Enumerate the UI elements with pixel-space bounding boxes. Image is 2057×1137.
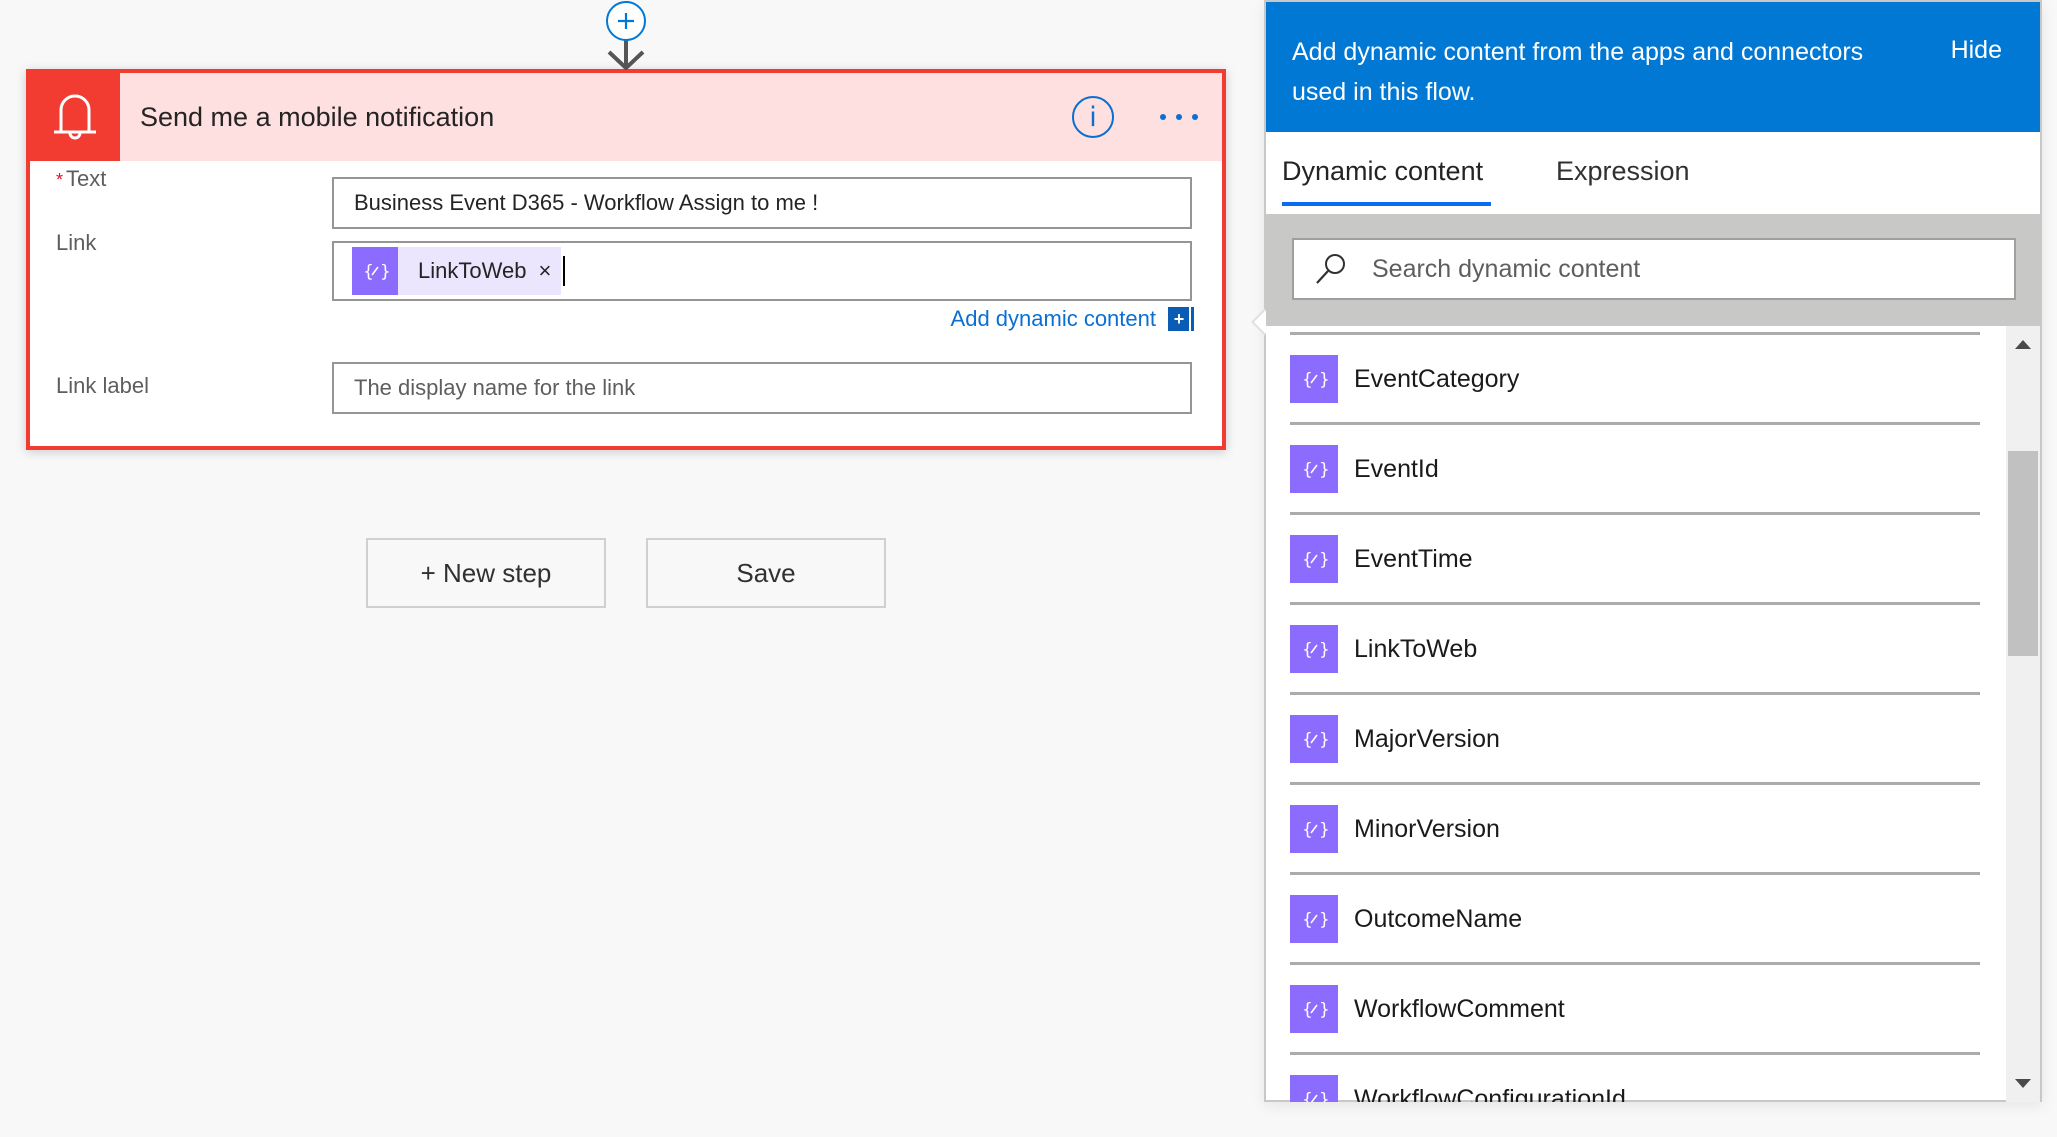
svg-text:}: }: [1319, 640, 1328, 660]
svg-text:}: }: [380, 262, 389, 282]
text-input[interactable]: Business Event D365 - Workflow Assign to…: [332, 177, 1192, 229]
search-input[interactable]: [1372, 254, 1972, 284]
panel-tabs: Dynamic content Expression: [1266, 132, 2040, 214]
dynamic-content-panel: Add dynamic content from the apps and co…: [1264, 0, 2042, 1102]
add-dynamic-content-link[interactable]: Add dynamic content +: [951, 306, 1194, 332]
text-label: Text: [66, 166, 107, 191]
svg-text:}: }: [1319, 1000, 1328, 1020]
expression-icon: {}: [352, 247, 398, 295]
list-item[interactable]: {} WorkflowConfigurationId: [1290, 1055, 1980, 1102]
list-item[interactable]: {} MinorVersion: [1290, 785, 1980, 875]
list-item[interactable]: {} MajorVersion: [1290, 695, 1980, 785]
svg-text:}: }: [1319, 820, 1328, 840]
svg-text:{: {: [1302, 730, 1313, 750]
expression-icon: {}: [1290, 1075, 1338, 1102]
token-label: LinkToWeb: [418, 258, 527, 283]
tab-dynamic-content[interactable]: Dynamic content: [1282, 156, 1492, 206]
list-item[interactable]: {} WorkflowComment: [1290, 965, 1980, 1055]
insert-step-button[interactable]: [606, 1, 646, 41]
svg-text:{: {: [1302, 1000, 1313, 1020]
info-icon[interactable]: i: [1072, 96, 1114, 138]
required-marker: *: [56, 170, 64, 190]
ellipsis-icon: [1160, 114, 1166, 120]
expression-icon: {}: [1290, 895, 1338, 943]
svg-text:}: }: [1319, 460, 1328, 480]
svg-text:{: {: [1302, 910, 1313, 930]
expression-icon: {}: [1290, 805, 1338, 853]
list-item[interactable]: {} EventTime: [1290, 515, 1980, 605]
list-item[interactable]: {} LinkToWeb: [1290, 605, 1980, 695]
expression-icon: {}: [1290, 985, 1338, 1033]
more-options-button[interactable]: [1160, 96, 1198, 138]
svg-text:}: }: [1319, 910, 1328, 930]
list-item-label: MinorVersion: [1354, 815, 1500, 843]
card-header[interactable]: Send me a mobile notification i: [30, 73, 1222, 161]
panel-header: Add dynamic content from the apps and co…: [1266, 2, 2040, 132]
svg-text:}: }: [1319, 1090, 1328, 1102]
ellipsis-dot: [1192, 114, 1198, 120]
text-field-label: * Text: [56, 166, 106, 192]
list-item-label: LinkToWeb: [1354, 635, 1478, 663]
new-step-button[interactable]: + New step: [366, 538, 606, 608]
scrollbar[interactable]: [2006, 326, 2040, 1102]
arrow-down-icon: [607, 40, 645, 70]
action-card: Send me a mobile notification i * Text Bu…: [26, 69, 1226, 450]
text-cursor: [563, 256, 566, 286]
dynamic-content-list: {} EventCategory {} EventId {} EventTime {} Lin…: [1266, 326, 2004, 1102]
link-input[interactable]: {} LinkToWeb ×: [332, 241, 1192, 301]
list-item-label: EventTime: [1354, 545, 1473, 573]
scrollbar-thumb[interactable]: [2008, 451, 2038, 656]
link-label-placeholder: The display name for the link: [354, 375, 636, 400]
list-item-label: OutcomeName: [1354, 905, 1523, 933]
save-button[interactable]: Save: [646, 538, 886, 608]
tab-expression[interactable]: Expression: [1556, 156, 1690, 187]
plus-icon: [618, 13, 634, 29]
svg-text:}: }: [1319, 730, 1328, 750]
list-item-label: WorkflowConfigurationId: [1354, 1085, 1626, 1102]
expression-icon: {}: [1290, 535, 1338, 583]
remove-token-icon[interactable]: ×: [538, 258, 551, 284]
link-field-label: Link: [56, 230, 97, 255]
card-title: Send me a mobile notification: [140, 101, 495, 132]
expression-icon: {}: [1290, 625, 1338, 673]
search-box[interactable]: [1292, 238, 2016, 300]
svg-text:{: {: [363, 262, 374, 282]
list-item-label: EventId: [1354, 455, 1439, 483]
bell-icon: [30, 73, 120, 161]
text-input-value: Business Event D365 - Workflow Assign to…: [354, 190, 819, 215]
svg-text:}: }: [1319, 550, 1328, 570]
expression-icon: {}: [1290, 715, 1338, 763]
list-item-label: MajorVersion: [1354, 725, 1500, 753]
svg-text:}: }: [1319, 370, 1328, 390]
svg-text:{: {: [1302, 820, 1313, 840]
svg-text:{: {: [1302, 460, 1313, 480]
list-item-label: EventCategory: [1354, 365, 1520, 393]
hide-button[interactable]: Hide: [1951, 36, 2002, 65]
add-icon: +: [1168, 307, 1194, 331]
list-item-label: WorkflowComment: [1354, 995, 1565, 1023]
search-area: [1266, 214, 2040, 326]
svg-text:{: {: [1302, 550, 1313, 570]
panel-pointer-inner: [1254, 310, 1266, 334]
add-dynamic-content-label: Add dynamic content: [950, 306, 1156, 331]
search-icon: [1316, 254, 1345, 284]
expression-icon: {}: [1290, 355, 1338, 403]
panel-header-text: Add dynamic content from the apps and co…: [1292, 38, 1864, 106]
svg-text:{: {: [1302, 1090, 1313, 1102]
list-item[interactable]: {} EventId: [1290, 425, 1980, 515]
scroll-up-arrow-icon[interactable]: [2015, 340, 2031, 349]
svg-text:{: {: [1302, 640, 1313, 660]
scroll-down-arrow-icon[interactable]: [2015, 1079, 2031, 1088]
ellipsis-dot: [1176, 114, 1182, 120]
link-label-field-label: Link label: [56, 373, 149, 398]
list-item[interactable]: {} OutcomeName: [1290, 875, 1980, 965]
list-item[interactable]: {} EventCategory: [1290, 335, 1980, 425]
expression-icon: {}: [1290, 445, 1338, 493]
dynamic-token[interactable]: {} LinkToWeb ×: [352, 247, 562, 295]
svg-text:{: {: [1302, 370, 1313, 390]
link-label-input[interactable]: The display name for the link: [332, 362, 1192, 414]
